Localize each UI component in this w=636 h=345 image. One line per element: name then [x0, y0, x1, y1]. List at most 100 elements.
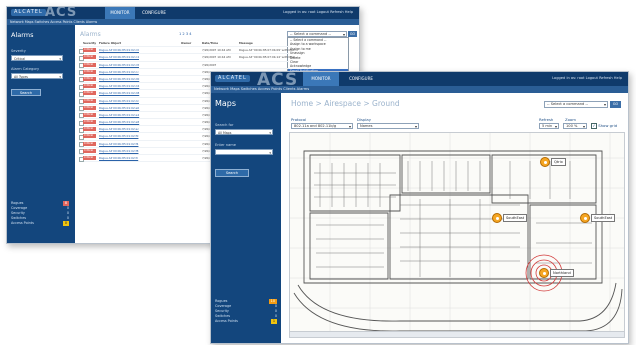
severity-badge: Critical — [83, 69, 96, 74]
zoom-label: Zoom — [565, 117, 576, 122]
severity-badge: Critical — [83, 48, 96, 53]
failure-object-link[interactable]: Rogue AP 00:0b:85:01:02:cc — [99, 69, 139, 75]
floor-map[interactable]: Qtrix SouthEast SouthEast Northland — [289, 132, 625, 338]
access-point-icon — [580, 213, 590, 223]
tab-monitor[interactable]: MONITOR — [105, 7, 135, 19]
access-point-icon — [492, 213, 502, 223]
failure-object-link[interactable]: Rogue AP 00:0b:85:01:02:d0 — [99, 76, 139, 82]
message: Rogue AP '00:0b:85:07:0b:14' with MAC... — [239, 55, 298, 60]
search-for-label: Search for — [215, 123, 234, 127]
severity-badge: Critical — [83, 120, 96, 125]
legend-count: 1 — [270, 319, 277, 324]
enter-name-input[interactable] — [215, 149, 273, 156]
display-select[interactable]: Names — [357, 123, 419, 129]
failure-object-link[interactable]: Rogue AP 00:0b:85:01:02:f4 — [99, 141, 138, 147]
search-button[interactable]: Search — [11, 89, 41, 96]
failure-object-link[interactable]: Rogue AP 00:0b:85:01:02:e8 — [99, 119, 139, 125]
grid-lines — [290, 133, 624, 337]
legend-label: Rogues — [11, 201, 24, 205]
access-point-label: SouthEast — [503, 214, 528, 222]
severity-badge: Critical — [83, 134, 96, 139]
show-grid-checkbox[interactable]: ✓ Show grid — [591, 123, 617, 129]
top-bar: ALCATEL ACS MONITOR CONFIGURE Logged in … — [7, 6, 359, 20]
column-header[interactable]: Date/Time — [202, 40, 218, 46]
page-title: Alarms — [80, 31, 101, 38]
brand-logo: ALCATEL — [215, 75, 250, 82]
severity-badge: Critical — [83, 127, 96, 132]
table-row[interactable]: Critical Rogue AP 00:0b:85:01:02:c8 7/20/2… — [79, 62, 289, 69]
tab-configure[interactable]: CONFIGURE — [137, 7, 171, 19]
severity-badge: Critical — [83, 84, 96, 89]
zoom-select[interactable]: 100 % — [563, 123, 587, 129]
top-links[interactable]: Logged in as: root Logout Refresh Help — [283, 10, 353, 14]
sidebar: Maps Search for All Maps Enter name Sear… — [211, 93, 281, 343]
alarm-category-select[interactable]: All Types — [11, 73, 63, 80]
sidebar-title: Alarms — [11, 31, 34, 39]
top-bar: ALCATEL ACS MONITOR CONFIGURE Logged in … — [211, 72, 628, 90]
search-button[interactable]: Search — [215, 169, 249, 177]
access-point-label: SouthEast — [591, 214, 616, 222]
search-for-select[interactable]: All Maps — [215, 129, 273, 136]
date-time: 7/20/2007 — [202, 62, 217, 67]
alarm-summary: Rogues 8 Coverage 0 Security 0 Switches 0 Ac… — [11, 201, 69, 226]
tab-monitor[interactable]: MONITOR — [303, 72, 339, 86]
display-label: Display — [357, 117, 371, 122]
severity-badge: Critical — [83, 141, 96, 146]
severity-badge: Critical — [83, 91, 96, 96]
refresh-label: Refresh — [539, 117, 554, 122]
legend-row[interactable]: Access Points 1 — [215, 319, 277, 324]
product-logo: ACS — [45, 6, 78, 20]
legend-label: Security — [11, 211, 25, 215]
access-point-icon — [539, 268, 549, 278]
protocol-select[interactable]: 802.11a and 802.11b/g — [291, 123, 353, 129]
date-time: 7/20/2007 10:44 AM — [202, 48, 231, 53]
failure-object-link[interactable]: Rogue AP 00:0b:85:01:02:f0 — [99, 133, 138, 139]
table-row[interactable]: Critical Rogue AP 00:0b:85:01:02:c0 7/20/2… — [79, 47, 297, 55]
table-row[interactable]: Critical Rogue AP 00:0b:85:01:02:c4 7/20/2… — [79, 54, 297, 62]
column-header[interactable]: Failure Object — [99, 40, 121, 46]
column-header[interactable]: Severity — [83, 40, 96, 46]
horizontal-scrollbar[interactable] — [290, 331, 624, 337]
column-header[interactable]: Message — [239, 40, 253, 46]
floor-plan — [290, 133, 624, 337]
command-select[interactable]: -- Select a command -- — [544, 101, 608, 108]
alarm-category-label: Alarm Category — [11, 67, 40, 71]
legend-row[interactable]: Access Points 0 — [11, 221, 69, 226]
failure-object-link[interactable]: Rogue AP 00:0b:85:01:02:c8 — [99, 62, 139, 68]
severity-badge: Critical — [83, 148, 96, 153]
failure-object-link[interactable]: Rogue AP 00:0b:85:01:02:fc — [99, 155, 138, 161]
failure-object-link[interactable]: Rogue AP 00:0b:85:01:02:ec — [99, 126, 139, 132]
severity-badge: Critical — [83, 76, 96, 81]
go-button[interactable]: GO — [610, 101, 621, 108]
show-grid-label: Show grid — [598, 123, 618, 128]
enter-name-label: Enter name — [215, 143, 236, 147]
legend-label: Switches — [11, 216, 27, 220]
tab-configure[interactable]: CONFIGURE — [341, 72, 381, 86]
failure-object-link[interactable]: Rogue AP 00:0b:85:01:02:c0 — [99, 47, 139, 53]
breadcrumb[interactable]: Home > Airespace > Ground — [291, 99, 400, 108]
access-point-label: Northland — [550, 269, 574, 277]
failure-object-link[interactable]: Rogue AP 00:0b:85:01:02:d4 — [99, 83, 139, 89]
failure-object-link[interactable]: Rogue AP 00:0b:85:01:02:d8 — [99, 90, 139, 96]
walls — [293, 150, 623, 332]
message: Rogue AP '00:0b:85:07:0b:09' with MAC... — [239, 48, 298, 53]
pager[interactable]: 1 2 3 4 — [179, 32, 192, 36]
legend-label: Coverage — [215, 304, 232, 308]
column-header[interactable]: Owner — [181, 40, 191, 46]
legend-count: 0 — [62, 221, 69, 226]
go-button[interactable]: GO — [348, 31, 357, 37]
refresh-select[interactable]: 5 min — [539, 123, 559, 129]
severity-select[interactable]: Critical — [11, 55, 63, 62]
failure-object-link[interactable]: Rogue AP 00:0b:85:01:02:e0 — [99, 105, 139, 111]
legend-label: Coverage — [11, 206, 28, 210]
interior-detail — [314, 161, 592, 277]
failure-object-link[interactable]: Rogue AP 00:0b:85:01:02:e4 — [99, 112, 139, 118]
table-header: Severity Failure Object Owner Date/Time … — [79, 40, 289, 48]
severity-badge: Critical — [83, 156, 96, 160]
failure-object-link[interactable]: Rogue AP 00:0b:85:01:02:c4 — [99, 54, 139, 60]
failure-object-link[interactable]: Rogue AP 00:0b:85:01:02:dc — [99, 98, 139, 104]
severity-label: Severity — [11, 49, 26, 53]
failure-object-link[interactable]: Rogue AP 00:0b:85:01:02:f8 — [99, 148, 138, 154]
top-links[interactable]: Logged in as: root Logout Refresh Help — [552, 76, 622, 80]
main-nav[interactable]: Network Maps Switches Access Points Clie… — [211, 86, 628, 93]
